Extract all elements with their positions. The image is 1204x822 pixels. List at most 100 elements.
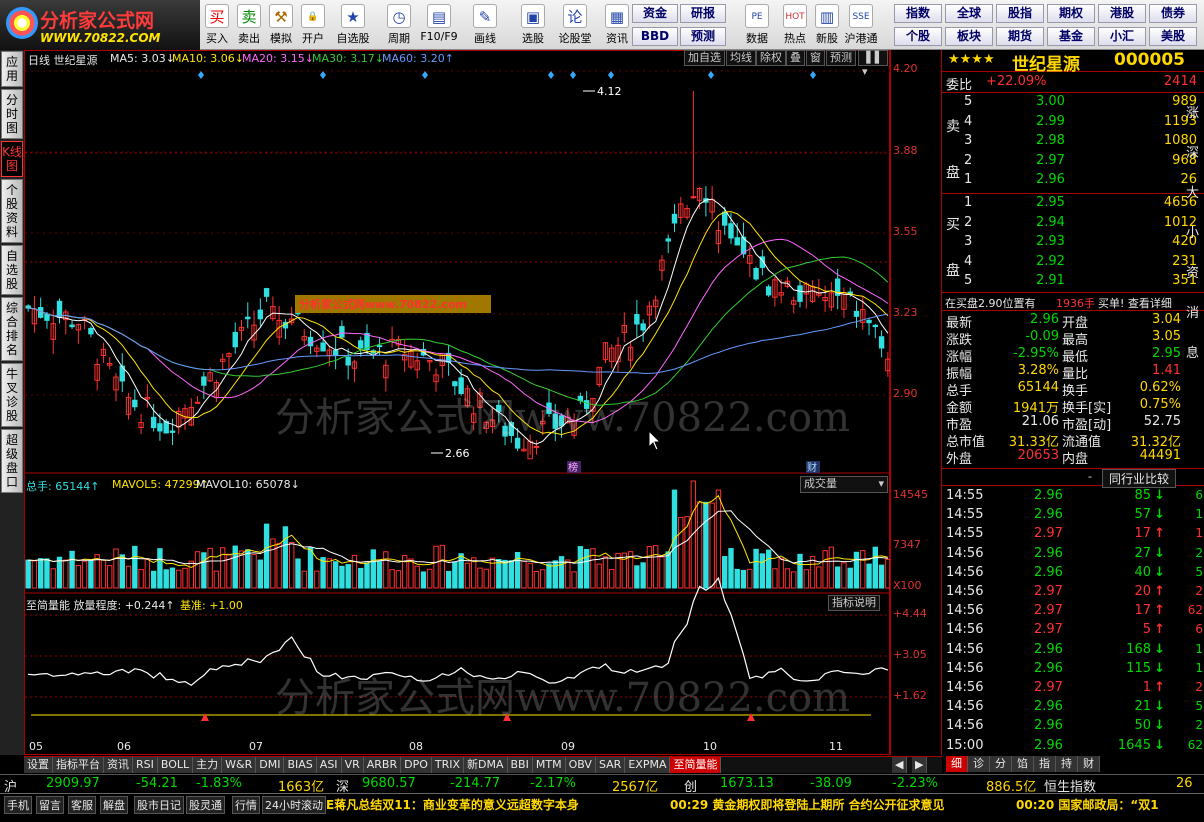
status-item-4[interactable]: 股市日记 — [134, 796, 184, 814]
indicator-tab-3[interactable]: RSI — [133, 757, 158, 773]
chart-menu-button[interactable]: ▐▐ ▾ — [858, 50, 888, 78]
indicator-tab-7[interactable]: DMI — [256, 757, 285, 773]
toolbar-button-2[interactable]: ⚒ 模拟 — [266, 2, 296, 48]
toolbar-button-4[interactable]: ★ 自选股 — [334, 2, 372, 48]
indicator-tab-4[interactable]: BOLL — [157, 757, 194, 773]
side-tab-0[interactable]: 应用 — [1, 51, 23, 87]
volume-select[interactable]: 成交量 ▾ — [800, 476, 888, 493]
toolbar-button-7[interactable]: ✎ 画线 — [466, 2, 504, 48]
right-tab-2[interactable]: 分 — [990, 756, 1012, 772]
indicator-tab-18[interactable]: SAR — [595, 757, 626, 773]
news-ticker-0[interactable]: E蒋凡总结双11：商业变革的意义远超数字本身 — [326, 796, 579, 813]
kline-chart-area[interactable]: 4.12 2.66 05 06 07 08 09 10 11 榜财分析家公式网www.70822.… — [24, 50, 891, 755]
buy-level-row[interactable]: 4 2.92 231 — [942, 254, 1204, 273]
sell-level-row[interactable]: 3 2.98 1080 — [942, 133, 1204, 152]
indicator-tab-5[interactable]: 主力 — [193, 757, 223, 773]
toolbar-button-13[interactable]: ▥ 新股 — [808, 2, 846, 48]
toolbar-button-0[interactable]: 买买入 — [202, 2, 232, 48]
toolbar-button-9[interactable]: 论论股堂 — [556, 2, 594, 48]
indicator-tab-17[interactable]: OBV — [565, 757, 596, 773]
menu-btn-a-3[interactable]: 预测 — [680, 27, 726, 46]
industry-compare-button[interactable]: 同行业比较 — [1102, 469, 1177, 488]
pending-order-link[interactable]: 买单! 查看详细 — [1098, 295, 1172, 311]
toolbar-button-3[interactable]: 🔒 开户 — [298, 2, 328, 48]
right-tab-0[interactable]: 细 — [946, 756, 968, 772]
sell-level-row[interactable]: 4 2.99 1193 — [942, 114, 1204, 133]
menu-btn-b-7[interactable]: 板块 — [945, 27, 993, 46]
right-tab-1[interactable]: 诊 — [968, 756, 990, 772]
menu-btn-b-5[interactable]: 债券 — [1149, 4, 1197, 23]
indicator-tab-8[interactable]: BIAS — [284, 757, 317, 773]
buy-level-row[interactable]: 5 2.91 351 — [942, 273, 1204, 292]
indicator-tab-11[interactable]: ARBR — [363, 757, 402, 773]
overlay-button[interactable]: 叠 — [786, 50, 805, 66]
toolbar-button-11[interactable]: PE 数据 — [738, 2, 776, 48]
scroll-right-icon[interactable]: ▶ — [912, 757, 928, 773]
side-tab-4[interactable]: 自选股 — [1, 245, 23, 295]
menu-btn-b-8[interactable]: 期货 — [996, 27, 1044, 46]
toolbar-button-14[interactable]: SSE 沪港通 — [842, 2, 880, 48]
indicator-tab-13[interactable]: TRIX — [431, 757, 465, 773]
status-item-6[interactable]: 行情 — [232, 796, 260, 814]
side-tab-7[interactable]: 超级盘口 — [1, 429, 23, 493]
menu-btn-b-6[interactable]: 个股 — [894, 27, 942, 46]
indicator-tab-1[interactable]: 指标平台 — [53, 757, 104, 773]
indicator-tab-2[interactable]: 资讯 — [104, 757, 133, 773]
menu-btn-b-2[interactable]: 股指 — [996, 4, 1044, 23]
toolbar-button-6[interactable]: ▤ F10/F9 — [420, 2, 458, 48]
buy-level-row[interactable]: 1 2.95 4656 — [942, 195, 1204, 214]
indicator-tab-0[interactable]: 设置 — [24, 757, 53, 773]
side-tab-2[interactable]: K线图 — [1, 141, 23, 177]
news-ticker-2[interactable]: 00:20 国家邮政局：“双1 — [1016, 796, 1159, 813]
ma-button[interactable]: 均线 — [726, 50, 756, 66]
toolbar-button-10[interactable]: ▦ 资讯 — [598, 2, 636, 48]
right-tab-3[interactable]: 馅 — [1012, 756, 1034, 772]
menu-btn-a-1[interactable]: 研报 — [680, 4, 726, 23]
status-item-5[interactable]: 股灵通 — [186, 796, 225, 814]
indicator-tab-15[interactable]: BBI — [507, 757, 533, 773]
indicator-tab-10[interactable]: VR — [341, 757, 364, 773]
forecast-button[interactable]: 预测 — [826, 50, 856, 66]
toolbar-button-5[interactable]: ◷ 周期 — [380, 2, 418, 48]
indicator-tab-20[interactable]: 至简量能 — [670, 757, 722, 773]
toolbar-button-8[interactable]: ▣ 选股 — [514, 2, 552, 48]
indicator-tab-14[interactable]: 新DMA — [464, 757, 508, 773]
indicator-tab-19[interactable]: EXPMA — [625, 757, 671, 773]
news-ticker-1[interactable]: 00:29 黄金期权即将登陆上期所 合约公开征求意见 — [670, 796, 945, 813]
side-tab-3[interactable]: 个股资料 — [1, 179, 23, 243]
toolbar-button-1[interactable]: 卖卖出 — [234, 2, 264, 48]
sell-level-row[interactable]: 2 2.97 968 — [942, 153, 1204, 172]
indicator-help-button[interactable]: 指标说明 — [828, 595, 880, 611]
menu-btn-b-1[interactable]: 全球 — [945, 4, 993, 23]
exright-button[interactable]: 除权 — [756, 50, 786, 66]
status-item-3[interactable]: 解盘 — [100, 796, 128, 814]
window-button[interactable]: 窗 — [806, 50, 825, 66]
buy-level-row[interactable]: 2 2.94 1012 — [942, 215, 1204, 234]
status-item-7[interactable]: 24小时滚动 — [262, 796, 326, 814]
menu-btn-b-10[interactable]: 小汇 — [1098, 27, 1146, 46]
menu-btn-b-3[interactable]: 期权 — [1047, 4, 1095, 23]
side-tab-1[interactable]: 分时图 — [1, 89, 23, 139]
right-tab-6[interactable]: 财 — [1078, 756, 1100, 772]
menu-btn-b-11[interactable]: 美股 — [1149, 27, 1197, 46]
buy-level-row[interactable]: 3 2.93 420 — [942, 234, 1204, 253]
sell-level-row[interactable]: 1 2.96 26 — [942, 172, 1204, 191]
side-tab-5[interactable]: 综合排名 — [1, 297, 23, 361]
side-tab-6[interactable]: 牛叉诊股 — [1, 363, 23, 427]
indicator-tab-9[interactable]: ASI — [316, 757, 342, 773]
right-tab-4[interactable]: 指 — [1034, 756, 1056, 772]
menu-btn-b-9[interactable]: 基金 — [1047, 27, 1095, 46]
sell-level-row[interactable]: 5 3.00 989 — [942, 94, 1204, 113]
indicator-tab-12[interactable]: DPO — [401, 757, 432, 773]
indicator-tab-6[interactable]: W&R — [222, 757, 257, 773]
menu-btn-b-4[interactable]: 港股 — [1098, 4, 1146, 23]
status-item-2[interactable]: 客服 — [68, 796, 96, 814]
add-watchlist-button[interactable]: 加自选 — [684, 50, 725, 66]
menu-btn-a-0[interactable]: 资金 — [632, 4, 678, 23]
right-tab-5[interactable]: 持 — [1056, 756, 1078, 772]
status-item-1[interactable]: 留言 — [36, 796, 64, 814]
menu-btn-a-2[interactable]: BBD — [632, 27, 678, 46]
scroll-left-icon[interactable]: ◀ — [892, 757, 908, 773]
indicator-tab-16[interactable]: MTM — [532, 757, 566, 773]
status-item-0[interactable]: 手机 — [4, 796, 32, 814]
